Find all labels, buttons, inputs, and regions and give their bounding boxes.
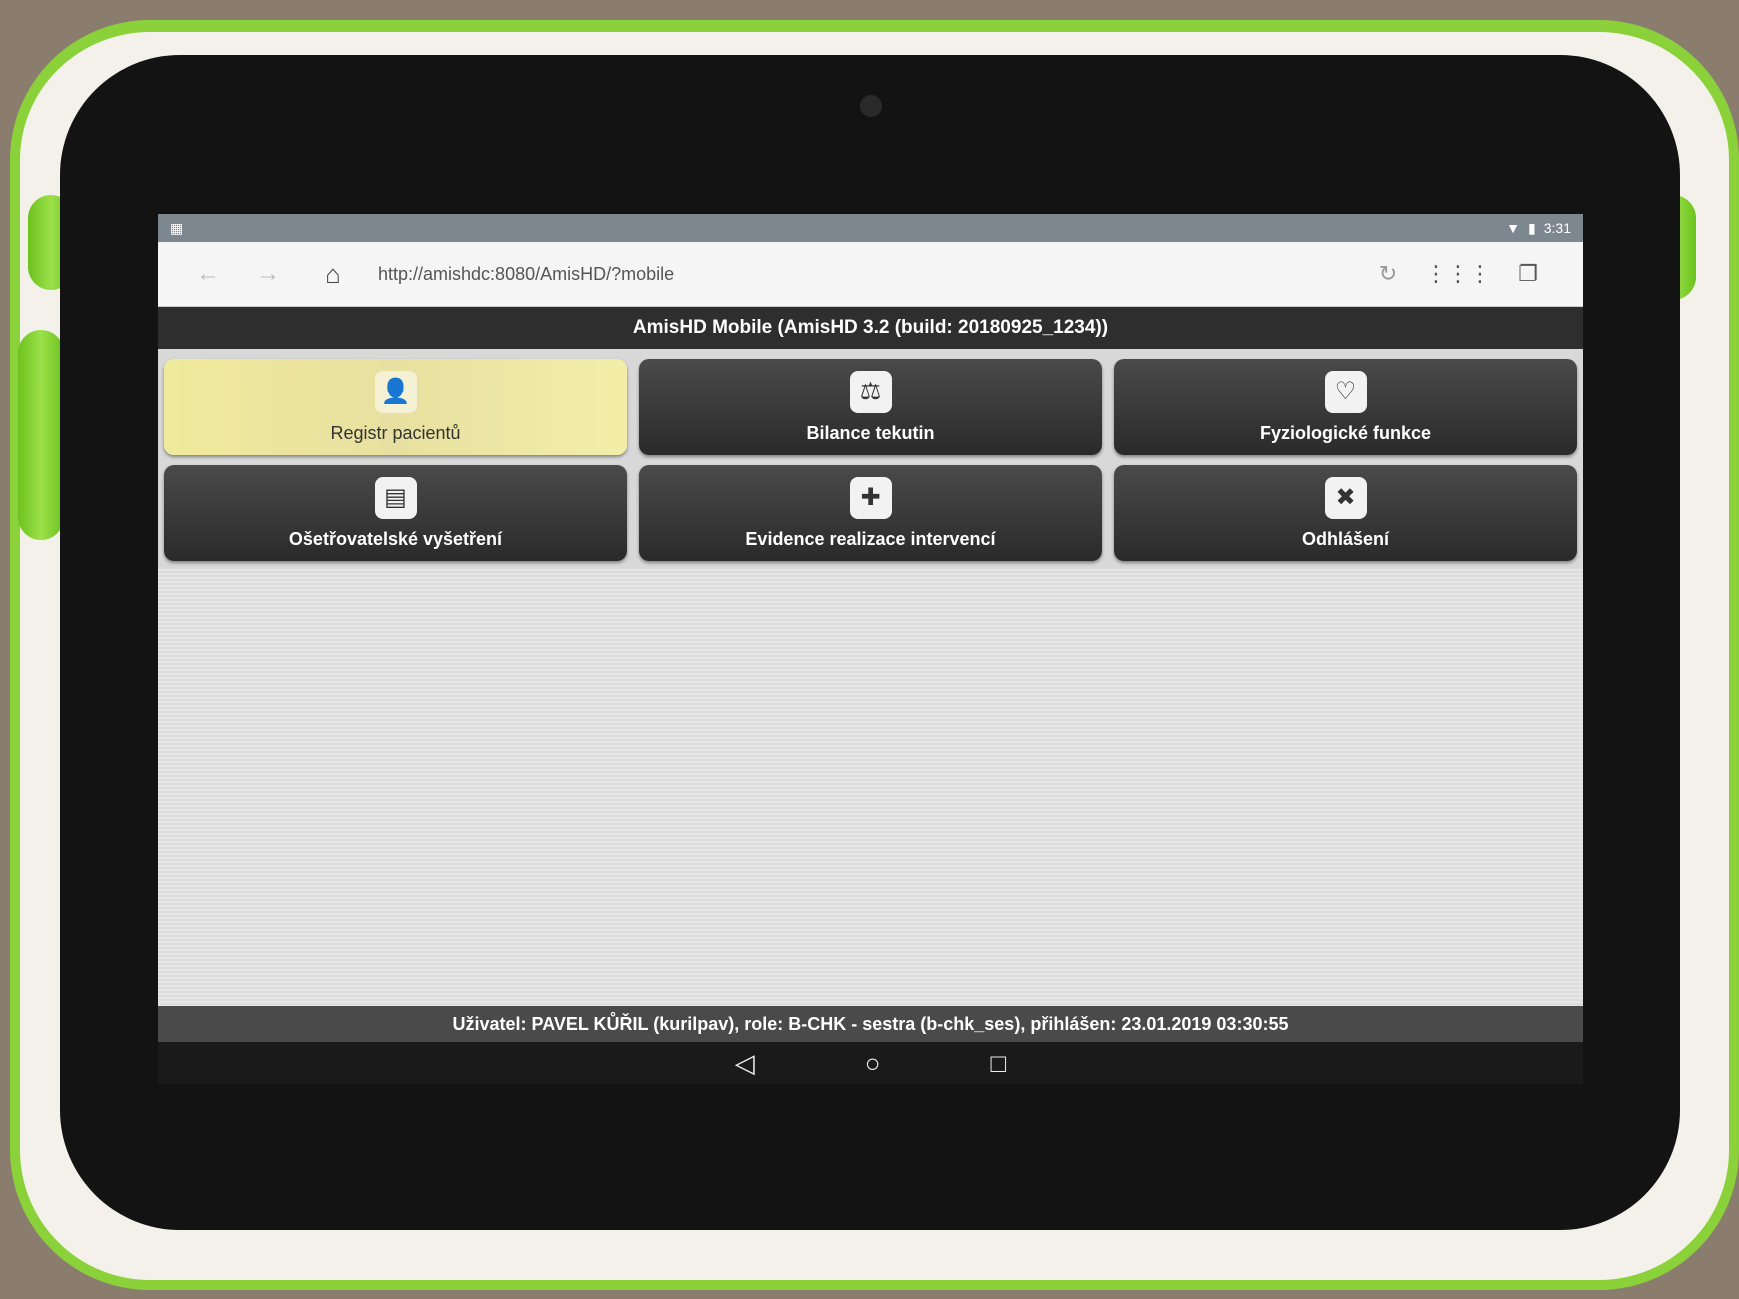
status-bar: ▦ ▼ ▮ 3:31	[158, 214, 1583, 242]
user-info-footer: Uživatel: PAVEL KŮŘIL (kurilpav), role: …	[158, 1006, 1583, 1042]
url-field[interactable]: http://amishdc:8080/AmisHD/?mobile	[368, 264, 1353, 285]
tile-fyziologicke-funkce[interactable]: ♡ Fyziologické funkce	[1114, 359, 1577, 455]
side-button-b	[18, 330, 64, 540]
person-icon: 👤	[374, 370, 417, 413]
forward-arrow-icon[interactable]: →	[238, 260, 298, 288]
status-time: 3:31	[1543, 220, 1571, 236]
tile-evidence-intervenci[interactable]: ✚ Evidence realizace intervencí	[639, 465, 1102, 561]
tile-label: Ošetřovatelské vyšetření	[288, 528, 503, 549]
reload-icon[interactable]: ↻	[1353, 261, 1423, 287]
tile-label: Odhlášení	[1301, 528, 1390, 549]
back-icon[interactable]: ◁	[735, 1048, 755, 1079]
notification-icon: ▦	[170, 219, 184, 236]
tile-label: Evidence realizace intervencí	[745, 528, 996, 549]
android-nav-bar: ◁ ○ □	[158, 1042, 1583, 1084]
tile-registr-pacientu[interactable]: 👤 Registr pacientů	[164, 359, 627, 455]
back-arrow-icon[interactable]: ←	[178, 260, 238, 288]
empty-content-area	[158, 569, 1583, 1019]
tile-odhlaseni[interactable]: ✖ Odhlášení	[1114, 465, 1577, 561]
tile-label: Registr pacientů	[330, 422, 461, 443]
tile-label: Fyziologické funkce	[1259, 422, 1432, 443]
scales-icon: ⚖	[849, 370, 892, 413]
tile-label: Bilance tekutin	[806, 422, 935, 443]
screen: ▦ ▼ ▮ 3:31 ← → ⌂ http://amishdc:8080/Ami…	[158, 214, 1583, 1084]
tile-bilance-tekutin[interactable]: ⚖ Bilance tekutin	[639, 359, 1102, 455]
home-circle-icon[interactable]: ○	[865, 1048, 881, 1079]
app-title: AmisHD Mobile (AmisHD 3.2 (build: 201809…	[158, 307, 1583, 349]
battery-icon: ▮	[1528, 219, 1536, 236]
apps-grid-icon[interactable]: ⋮⋮⋮	[1423, 261, 1493, 287]
heart-icon: ♡	[1324, 370, 1367, 413]
tabs-icon[interactable]: ❐	[1493, 261, 1563, 287]
medkit-icon: ✚	[849, 476, 892, 519]
notepad-icon: ▤	[374, 476, 417, 519]
browser-toolbar: ← → ⌂ http://amishdc:8080/AmisHD/?mobile…	[158, 242, 1583, 307]
tile-osetrovatelske-vysetreni[interactable]: ▤ Ošetřovatelské vyšetření	[164, 465, 627, 561]
recents-icon[interactable]: □	[991, 1048, 1007, 1079]
camera-icon	[860, 95, 882, 117]
menu-grid: 👤 Registr pacientů ⚖ Bilance tekutin ♡ F…	[158, 349, 1583, 571]
close-icon: ✖	[1324, 476, 1367, 519]
wifi-icon: ▼	[1506, 220, 1521, 236]
home-icon[interactable]: ⌂	[298, 259, 368, 290]
